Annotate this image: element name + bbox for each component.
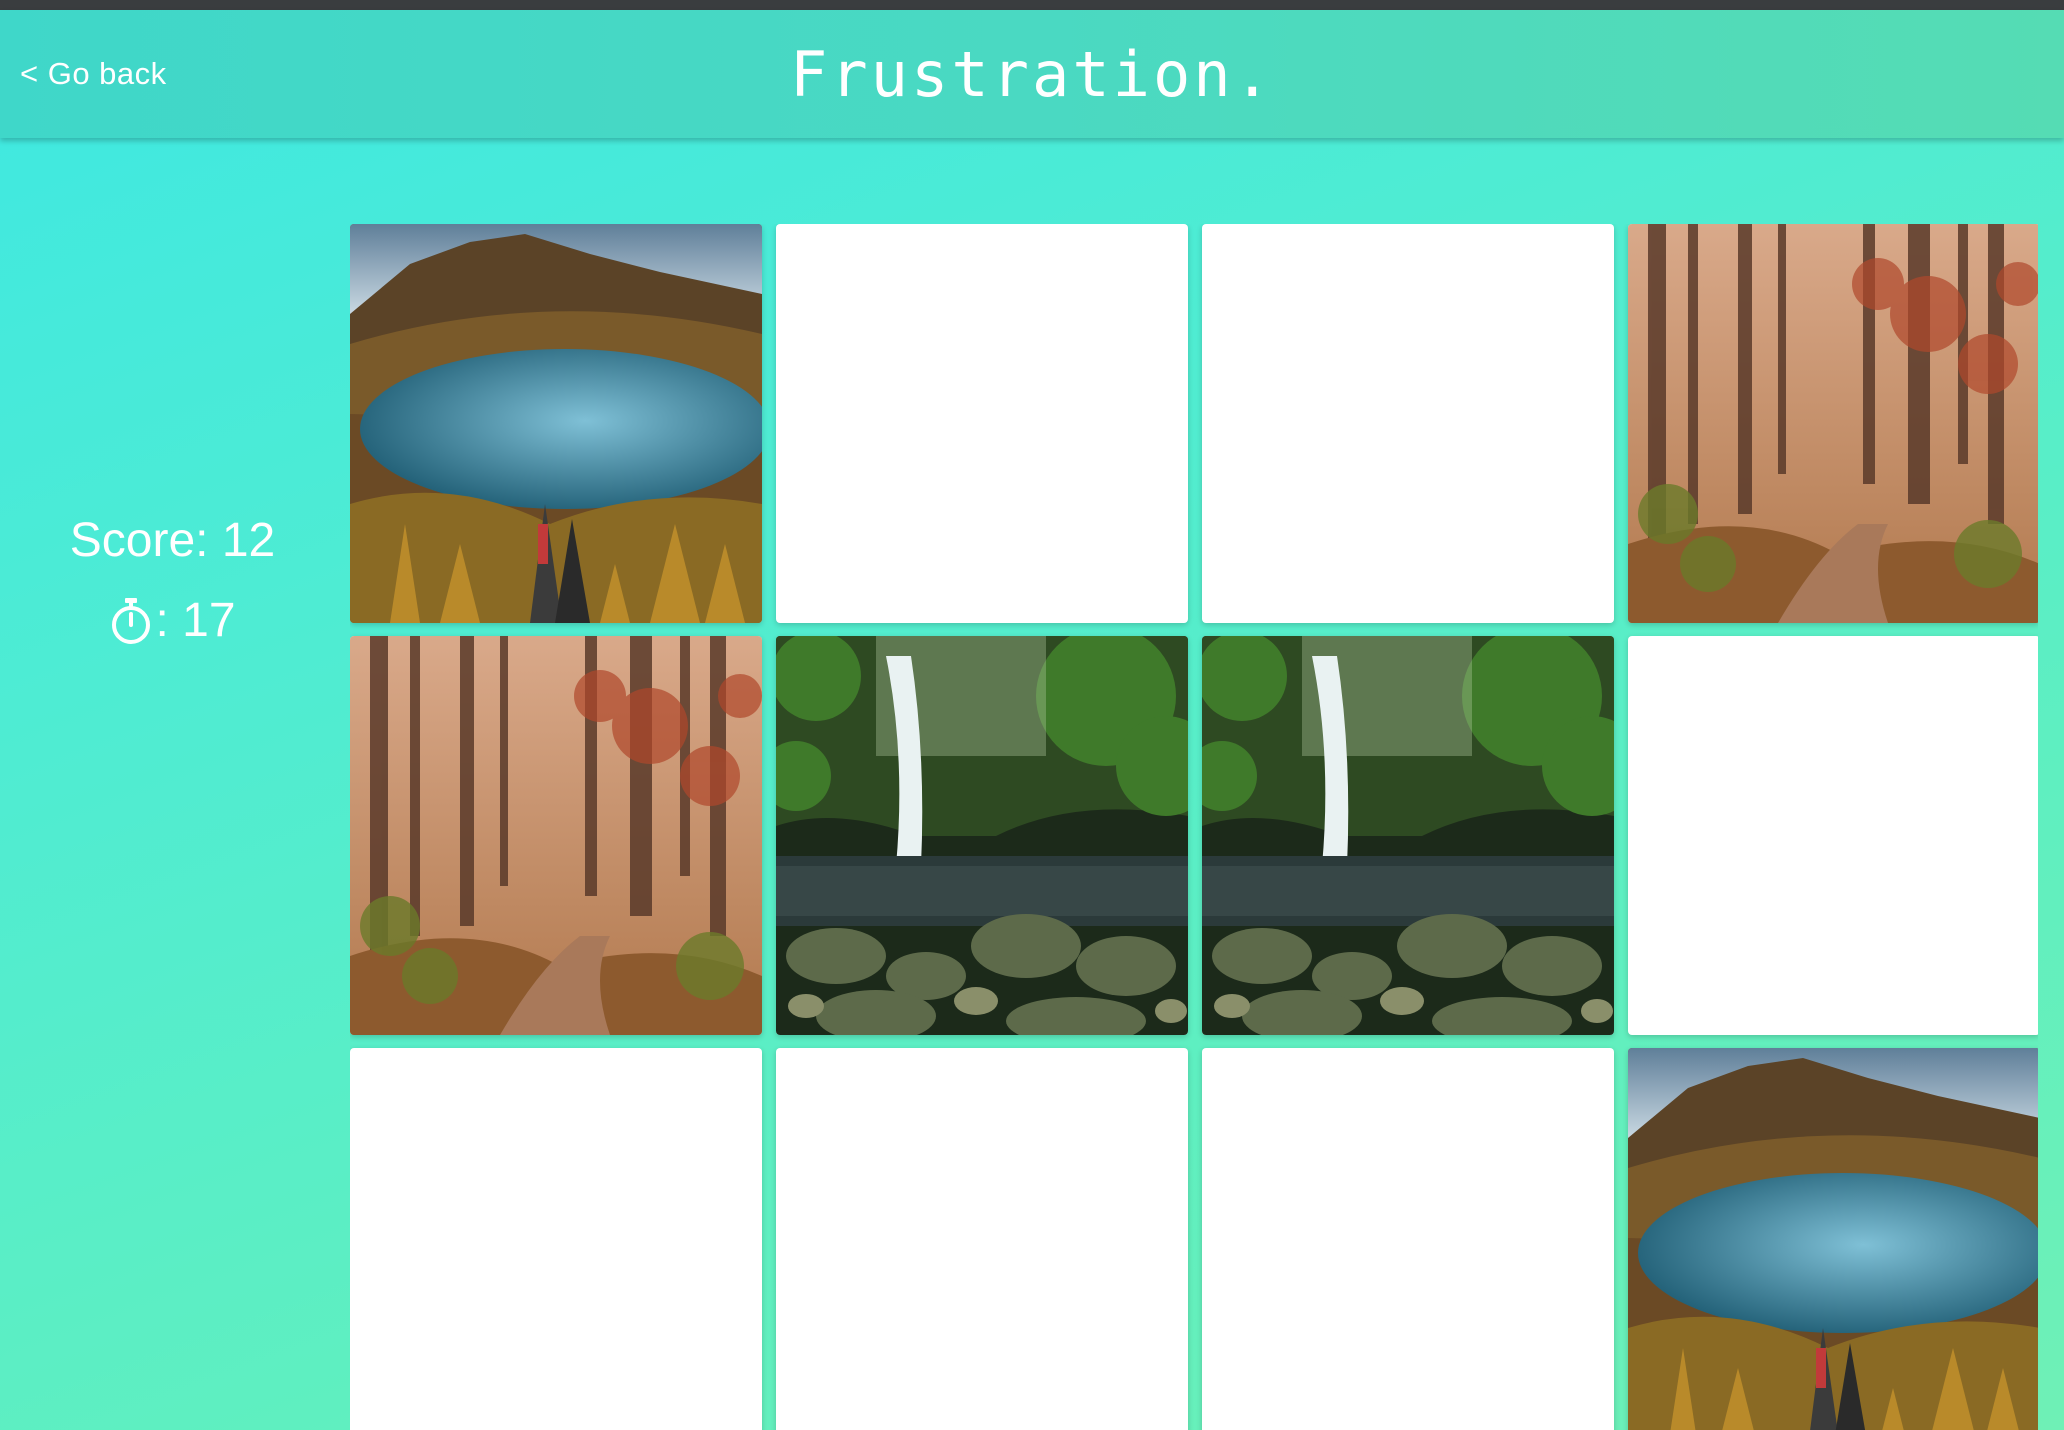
score-label: Score: 12: [69, 514, 276, 567]
mountain-lake-image: [350, 224, 762, 623]
card-hidden[interactable]: [776, 1048, 1188, 1430]
autumn-forest-image: [1628, 224, 2038, 623]
window-top-strip: [0, 0, 2064, 10]
card-hidden[interactable]: [1628, 636, 2038, 1035]
card-hidden[interactable]: [350, 1048, 762, 1430]
card-hidden[interactable]: [1202, 224, 1614, 623]
card-mountain-lake[interactable]: [1628, 1048, 2038, 1430]
card-autumn-forest[interactable]: [350, 636, 762, 1035]
card-hidden[interactable]: [1202, 1048, 1614, 1430]
card-waterfall[interactable]: [1202, 636, 1614, 1035]
stopwatch-icon: [109, 596, 155, 646]
header-bar: < Go back Frustration.: [0, 10, 2064, 138]
mountain-lake-image: [1628, 1048, 2038, 1430]
card-hidden[interactable]: [776, 224, 1188, 623]
card-waterfall[interactable]: [776, 636, 1188, 1035]
card-mountain-lake[interactable]: [350, 224, 762, 623]
page-title: Frustration.: [790, 38, 1274, 111]
card-autumn-forest[interactable]: [1628, 224, 2038, 623]
waterfall-image: [776, 636, 1188, 1035]
autumn-forest-image: [350, 636, 762, 1035]
timer-value: : 17: [155, 594, 236, 647]
card-grid: [350, 224, 2038, 1430]
waterfall-image: [1202, 636, 1614, 1035]
timer: : 17: [30, 590, 315, 652]
stats-panel: Score: 12 : 17: [30, 510, 315, 652]
